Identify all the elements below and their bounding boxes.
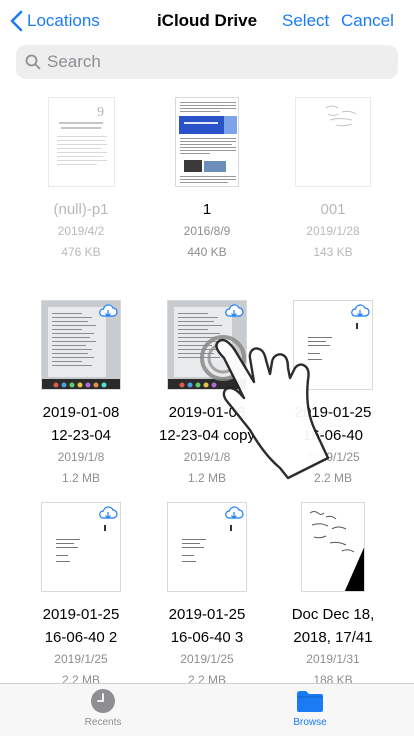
file-thumbnail <box>41 300 121 390</box>
file-size: 1.2 MB <box>61 471 100 485</box>
file-date: 2019/1/8 <box>57 450 105 464</box>
file-name: 2019-01-25 16-06-40 <box>294 404 372 444</box>
file-item[interactable]: 9 (null)-p1 2019/4/2 476 KB <box>12 97 150 263</box>
file-name: 001 <box>320 201 346 218</box>
file-size: 2.2 MB <box>61 673 100 683</box>
file-thumbnail <box>295 97 371 187</box>
file-date: 2019/1/25 <box>180 652 234 666</box>
file-thumbnail <box>293 300 373 390</box>
file-thumbnail <box>301 502 365 592</box>
file-thumbnail <box>41 502 121 592</box>
file-item[interactable]: 2019-01-25 16-06-40 2019/1/25 2.2 MB <box>264 300 402 489</box>
file-date: 2019/1/25 <box>54 652 108 666</box>
cloud-download-icon <box>99 304 118 317</box>
cloud-download-icon <box>351 304 370 317</box>
tab-recents[interactable]: Recents <box>58 688 148 728</box>
file-thumbnail: 9 <box>47 97 115 187</box>
tab-browse[interactable]: Browse <box>265 688 355 728</box>
file-item[interactable]: 2019-01-08 12-23-04 copy 2019/1/8 1.2 MB <box>138 300 276 489</box>
file-name: 2019-01-25 16-06-40 2 <box>42 606 120 646</box>
file-name: 2019-01-25 16-06-40 3 <box>168 606 246 646</box>
file-item[interactable]: 2019-01-08 12-23-04 2019/1/8 1.2 MB <box>12 300 150 489</box>
tab-recents-label: Recents <box>84 717 122 728</box>
cloud-download-icon <box>99 506 118 519</box>
file-date: 2019/1/31 <box>306 652 360 666</box>
file-name: Doc Dec 18, 2018, 17/41 <box>291 606 375 646</box>
file-size: 440 KB <box>187 245 227 259</box>
folder-icon <box>297 691 323 712</box>
file-size: 188 KB <box>313 673 353 683</box>
search-input[interactable] <box>47 52 377 72</box>
file-item[interactable]: Doc Dec 18, 2018, 17/41 2019/1/31 188 KB <box>264 502 402 683</box>
file-item[interactable]: 2019-01-25 16-06-40 2 2019/1/25 2.2 MB <box>12 502 150 683</box>
file-date: 2019/4/2 <box>57 224 105 238</box>
select-button[interactable]: Select <box>282 11 329 31</box>
file-name: 2019-01-08 12-23-04 copy <box>159 404 255 444</box>
file-size: 143 KB <box>313 245 353 259</box>
cloud-download-icon <box>225 304 244 317</box>
back-button-label: Locations <box>27 11 100 30</box>
back-button[interactable]: Locations <box>10 8 100 34</box>
file-size: 2.2 MB <box>187 673 226 683</box>
file-thumbnail <box>167 300 247 390</box>
cloud-download-icon <box>225 506 244 519</box>
file-name: 2019-01-08 12-23-04 <box>42 404 120 444</box>
navigation-bar: Locations iCloud Drive Select Cancel <box>0 0 414 42</box>
file-date: 2019/1/8 <box>183 450 231 464</box>
search-bar[interactable] <box>16 45 398 79</box>
file-item[interactable]: 2019-01-25 16-06-40 3 2019/1/25 2.2 MB <box>138 502 276 683</box>
file-item[interactable]: 1 2016/8/9 440 KB <box>138 97 276 263</box>
file-date: 2016/8/9 <box>183 224 231 238</box>
file-size: 476 KB <box>61 245 101 259</box>
file-item[interactable]: 001 2019/1/28 143 KB <box>264 97 402 263</box>
file-grid: 9 (null)-p1 2019/4/2 476 KB 1 2016/8/9 4… <box>0 0 414 683</box>
file-date: 2019/1/28 <box>306 224 360 238</box>
file-thumbnail <box>167 502 247 592</box>
tab-browse-label: Browse <box>293 717 327 728</box>
file-thumbnail <box>175 97 239 187</box>
file-name: 1 <box>202 201 212 218</box>
chevron-left-icon <box>10 10 23 32</box>
cancel-button[interactable]: Cancel <box>341 11 394 31</box>
file-name: (null)-p1 <box>53 201 109 218</box>
tab-bar: Recents Browse <box>0 683 414 736</box>
clock-icon <box>91 689 115 713</box>
search-icon <box>25 54 41 70</box>
file-date: 2019/1/25 <box>306 450 360 464</box>
file-size: 1.2 MB <box>187 471 226 485</box>
file-size: 2.2 MB <box>313 471 352 485</box>
svg-text:9: 9 <box>97 105 104 120</box>
